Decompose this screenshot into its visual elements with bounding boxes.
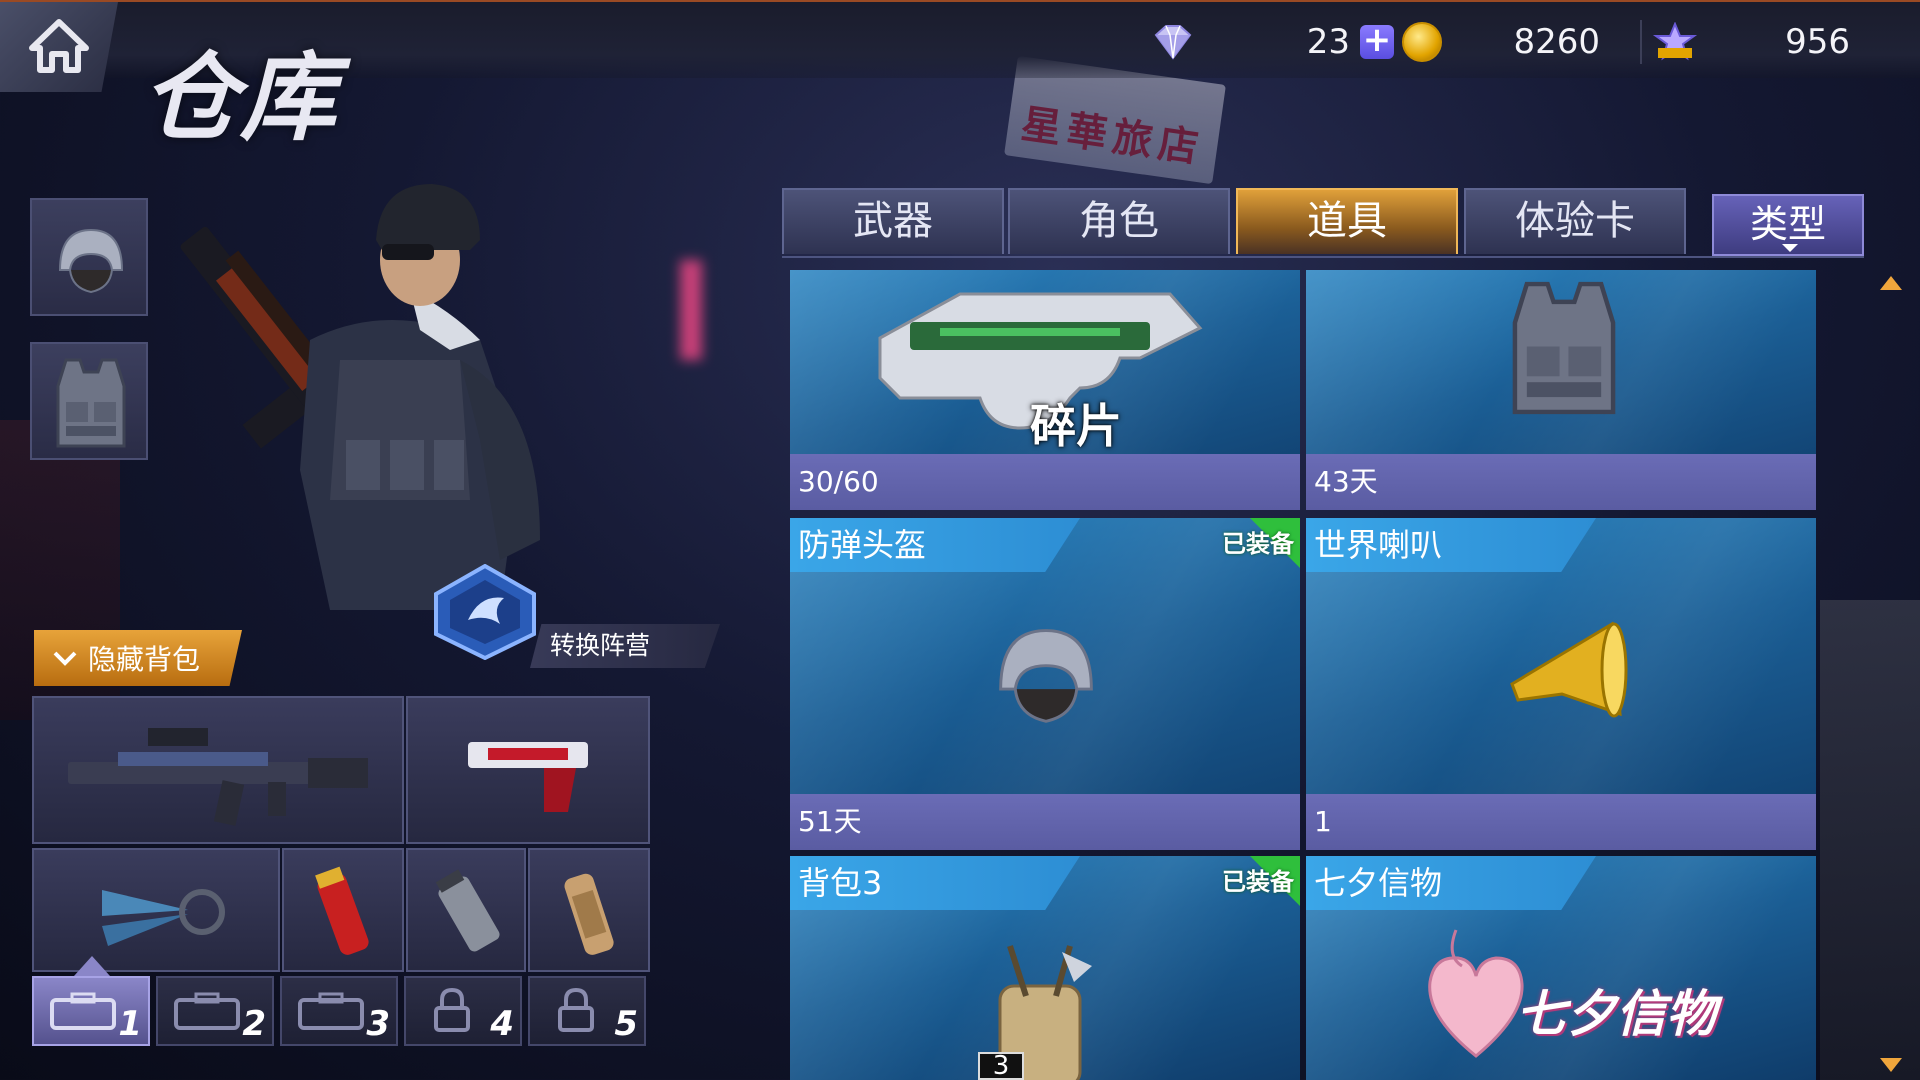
fire-grenade-icon [315, 866, 369, 955]
points-amount: 956 [1785, 22, 1850, 62]
bag-tab-3[interactable]: 3 [280, 976, 398, 1046]
primary-weapon-slot[interactable] [32, 696, 404, 844]
item-card-helmet[interactable]: 防弹头盔 已装备 51天 [790, 518, 1300, 850]
item-footer: 43天 [1306, 454, 1816, 510]
add-diamonds-button[interactable]: + [1360, 23, 1394, 59]
megaphone-icon [1510, 621, 1628, 718]
coin-icon [1402, 22, 1442, 62]
item-count-badge: 3 [978, 1052, 1024, 1080]
bag-tab-1[interactable]: 1 [32, 976, 150, 1046]
background-neon-light [680, 260, 702, 360]
backpack-icon [50, 992, 116, 1030]
coin-amount: 8260 [1513, 22, 1600, 62]
item-footer: 1 [1306, 794, 1816, 850]
equipped-badge: 已装备 [1208, 856, 1300, 906]
backpack-icon [298, 992, 364, 1030]
bag-tab-2[interactable]: 2 [156, 976, 274, 1046]
equipped-label: 已装备 [1222, 868, 1294, 896]
switch-faction-label: 转换阵营 [530, 624, 720, 668]
item-card-fragment[interactable]: 碎片 30/60 [790, 270, 1300, 510]
tab-characters[interactable]: 角色 [1008, 188, 1230, 254]
pistol-icon [468, 742, 588, 812]
type-filter-label: 类型 [1749, 202, 1826, 246]
secondary-weapon-slot[interactable] [406, 696, 650, 844]
melee-weapon-slot[interactable] [32, 848, 280, 972]
item-card-vest[interactable]: 43天 [1306, 270, 1816, 510]
vest-icon [56, 358, 126, 448]
background-wall [1820, 600, 1920, 1080]
hide-backpack-button[interactable]: 隐藏背包 [34, 630, 242, 686]
bag-tab-5[interactable]: 5 [528, 976, 646, 1046]
hide-backpack-label: 隐藏背包 [88, 643, 201, 676]
page-title: 仓库 [142, 42, 338, 154]
tab-trial-cards[interactable]: 体验卡 [1464, 188, 1686, 254]
vest-icon [1512, 281, 1616, 415]
diamond-counter [1150, 22, 1196, 62]
grenade-slot-3[interactable] [528, 848, 650, 972]
diamond-icon [1154, 25, 1192, 60]
helmet-icon [999, 629, 1093, 723]
backpack-icon [174, 992, 240, 1030]
diamond-amount: 23 [1306, 22, 1350, 62]
tab-weapons[interactable]: 武器 [782, 188, 1004, 254]
top-bar: 仓库 23 + 8260 956 [0, 0, 1920, 154]
equipped-label: 已装备 [1222, 530, 1294, 558]
bag-tab-number: 5 [614, 1004, 638, 1044]
grenade-slot-2[interactable] [406, 848, 526, 972]
item-name: 防弹头盔 [790, 518, 1080, 572]
item-card-backpack-3[interactable]: 背包3 已装备 [790, 856, 1300, 1080]
grenade-slot-1[interactable] [282, 848, 404, 972]
bag-tab-number: 2 [242, 1004, 266, 1044]
bag-tab-number: 3 [366, 1004, 390, 1044]
item-card-world-speaker[interactable]: 世界喇叭 1 [1306, 518, 1816, 850]
coin-counter [1402, 22, 1442, 62]
equipped-badge: 已装备 [1208, 518, 1300, 568]
claw-knife-icon [102, 889, 225, 946]
type-filter-button[interactable]: 类型 [1712, 194, 1864, 256]
item-name: 七夕信物 [1306, 856, 1596, 910]
item-footer: 51天 [790, 794, 1300, 850]
scroll-up-arrow-icon[interactable] [1880, 276, 1902, 290]
bag-tab-number: 4 [490, 1004, 514, 1044]
fragment-label: 碎片 [1030, 399, 1122, 453]
star-points-icon [1652, 22, 1698, 61]
soldier-character[interactable] [120, 140, 680, 700]
item-name: 世界喇叭 [1306, 518, 1596, 572]
item-name: 背包3 [790, 856, 1080, 910]
smoke-grenade-icon [435, 869, 500, 952]
currency-divider [1640, 20, 1642, 64]
home-button[interactable] [0, 2, 118, 92]
tab-underline [782, 256, 1864, 258]
flash-grenade-icon [564, 873, 614, 955]
assault-rifle-icon [68, 728, 368, 826]
tab-items[interactable]: 道具 [1236, 188, 1458, 254]
chevron-down-icon [53, 651, 77, 666]
dropdown-arrow-icon [1782, 244, 1798, 252]
bag-tab-number: 1 [118, 1004, 142, 1044]
item-card-qixi-token[interactable]: 七夕信物 七夕信物 [1306, 856, 1816, 1080]
qixi-token-label: 七夕信物 [1516, 985, 1716, 1043]
faction-emblem-icon [434, 564, 536, 660]
item-footer: 30/60 [790, 454, 1300, 510]
points-counter [1652, 22, 1698, 62]
home-icon [29, 19, 89, 73]
scroll-down-arrow-icon[interactable] [1880, 1058, 1902, 1072]
selected-bag-indicator [74, 956, 110, 976]
bag-tab-4[interactable]: 4 [404, 976, 522, 1046]
